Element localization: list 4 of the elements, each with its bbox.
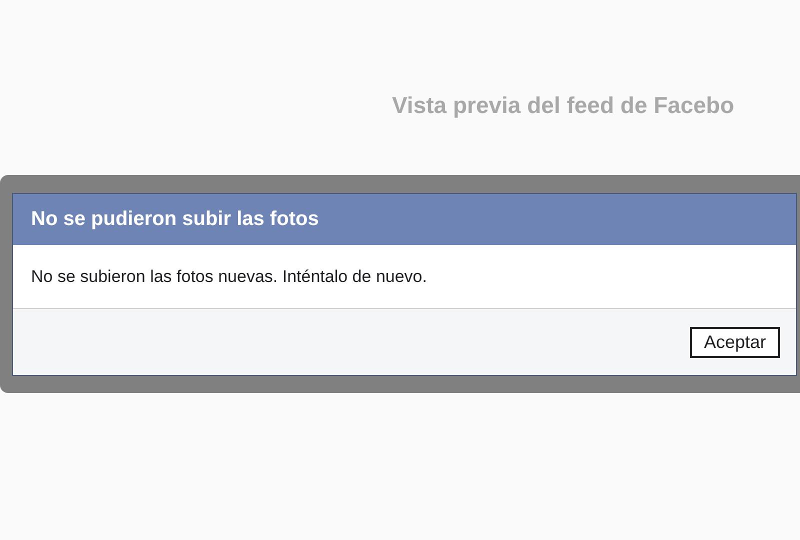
dialog-message: No se subieron las fotos nuevas. Inténtalo de nuevo. [31, 266, 427, 286]
page-heading: Vista previa del feed de Facebo [392, 92, 734, 118]
accept-button[interactable]: Aceptar [690, 326, 780, 358]
dialog-title: No se pudieron subir las fotos [31, 208, 319, 231]
